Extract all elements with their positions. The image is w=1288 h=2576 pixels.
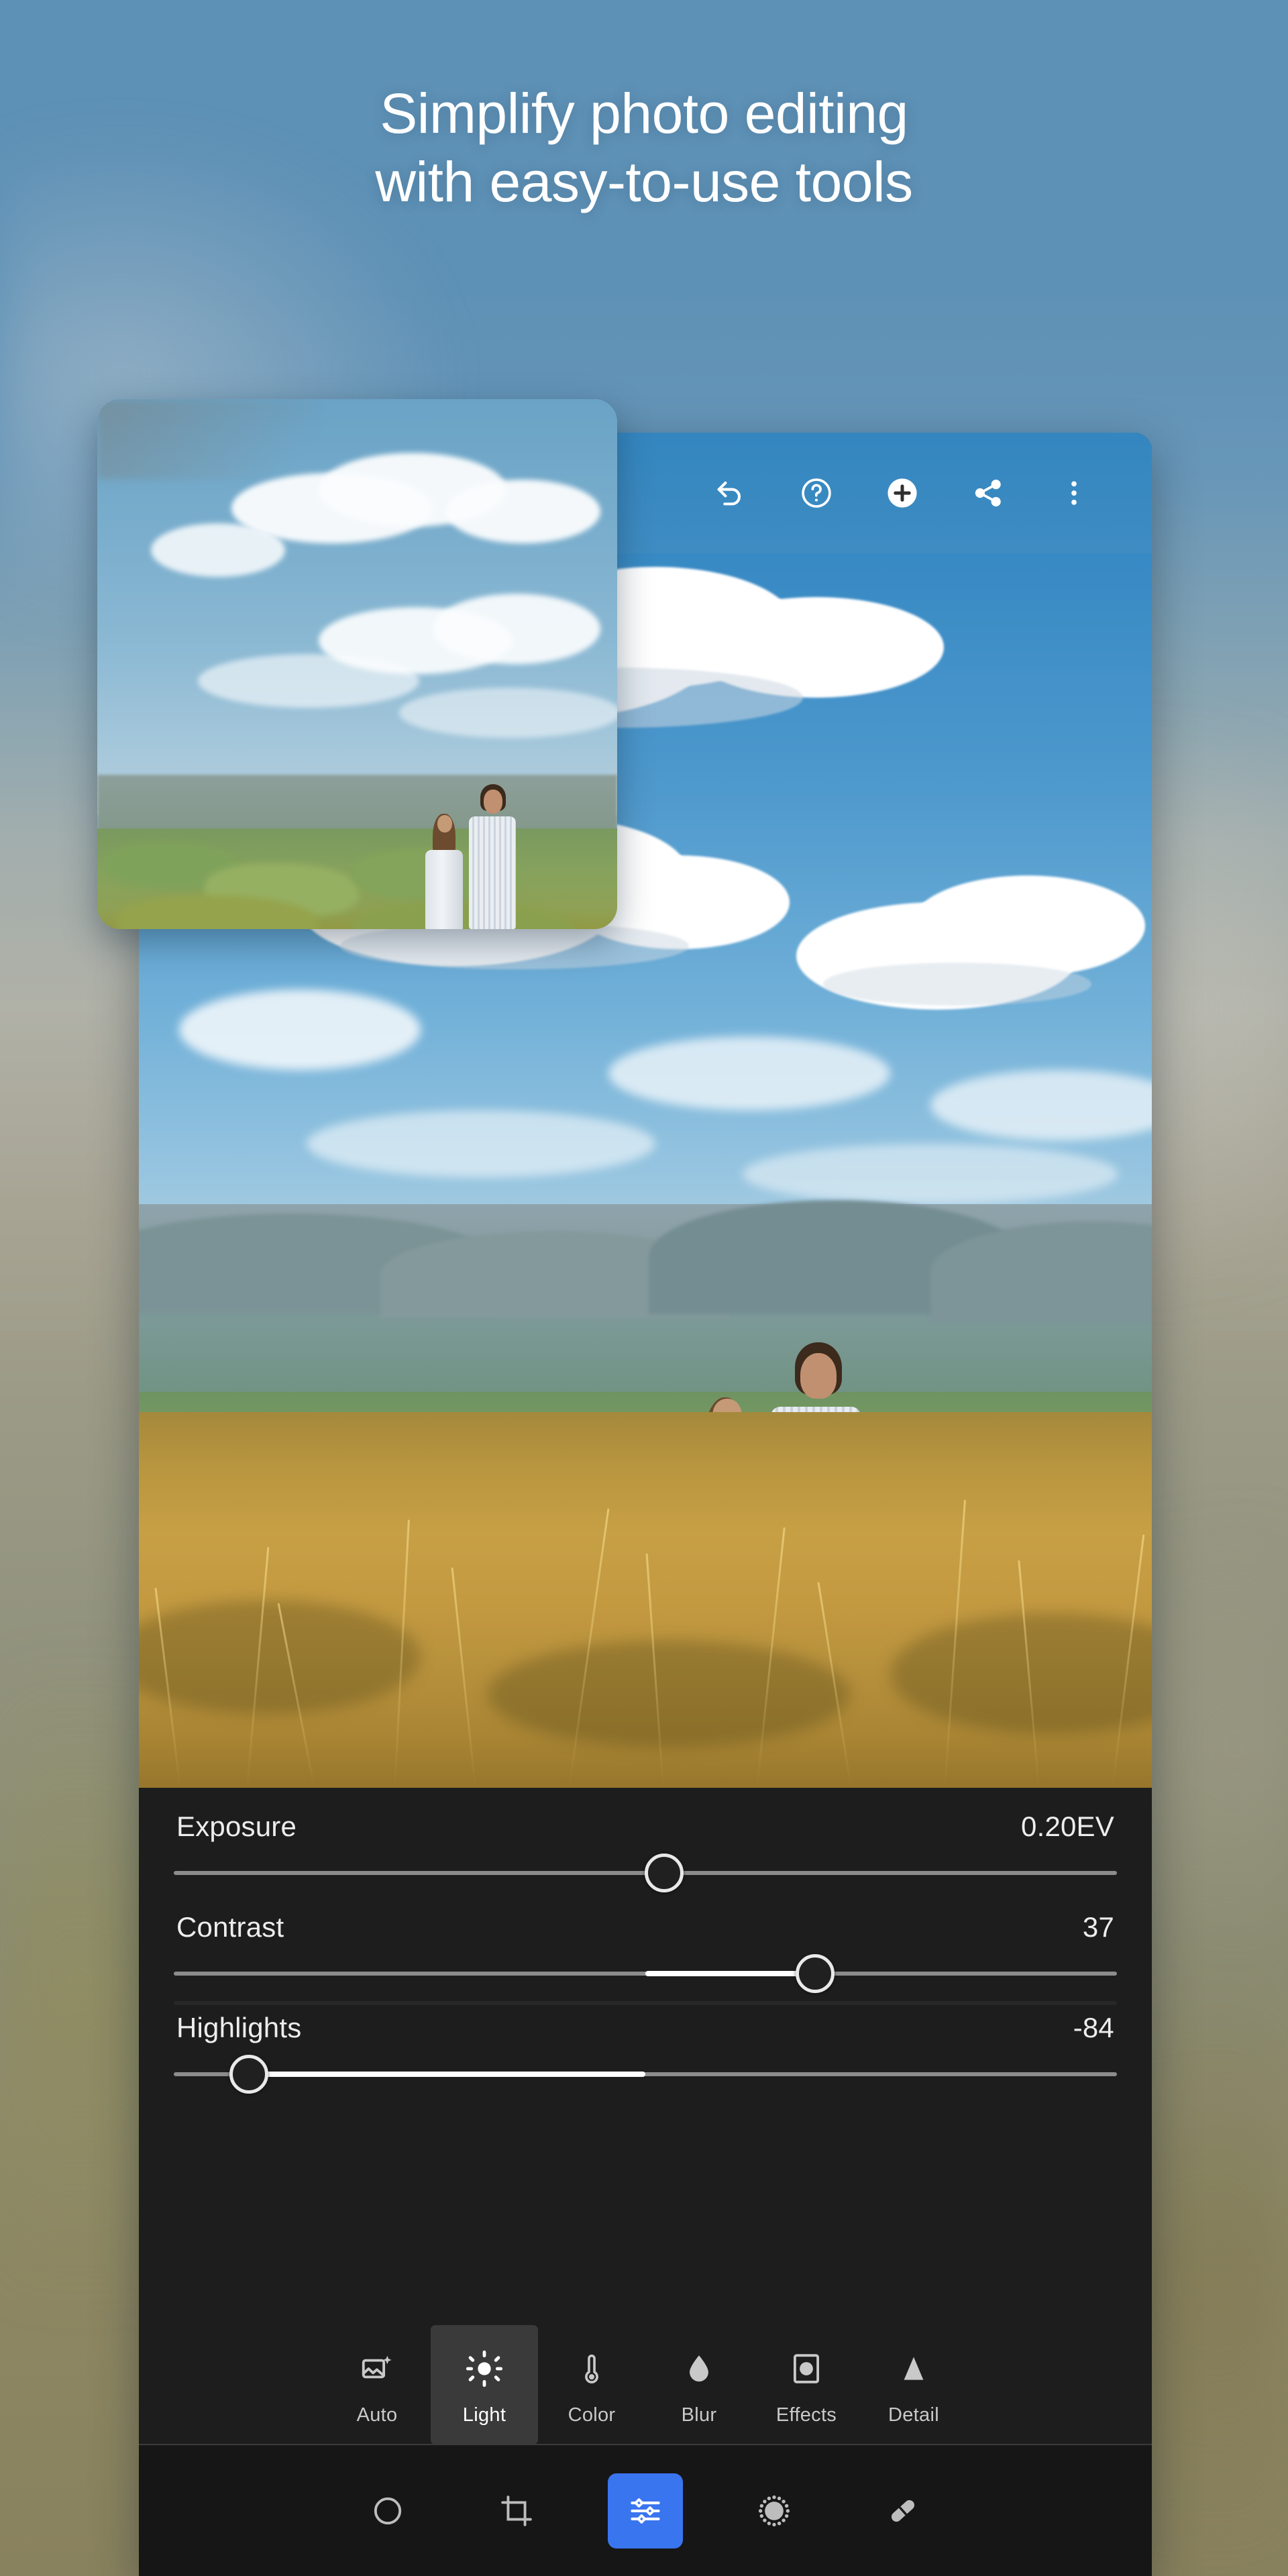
adjust-panel: Exposure 0.20EV Contrast 37 Highlights -… bbox=[139, 1788, 1152, 2576]
share-icon bbox=[971, 476, 1005, 510]
grass-blade bbox=[451, 1567, 476, 1788]
tool-tab-label: Blur bbox=[681, 2404, 717, 2426]
slider-label: Exposure bbox=[176, 1811, 297, 1842]
nav-crop-button[interactable] bbox=[479, 2473, 554, 2548]
more-vertical-icon bbox=[1057, 476, 1091, 510]
tool-tab-light[interactable]: Light bbox=[431, 2325, 538, 2445]
promo-headline: Simplify photo editing with easy-to-use … bbox=[0, 79, 1288, 217]
grass-shadow bbox=[488, 1640, 850, 1748]
next-slider-partial bbox=[174, 2001, 1117, 2005]
thumb-cloud bbox=[446, 480, 600, 543]
sliders-icon bbox=[628, 2493, 663, 2528]
slider-header: Exposure 0.20EV bbox=[174, 1811, 1117, 1843]
tool-tab-detail[interactable]: Detail bbox=[860, 2325, 967, 2445]
slider-value: 0.20EV bbox=[1021, 1811, 1114, 1842]
effects-icon bbox=[788, 2344, 824, 2394]
thumb-valley bbox=[97, 828, 617, 929]
nav-adjustments-button[interactable] bbox=[608, 2473, 683, 2548]
help-button[interactable] bbox=[773, 450, 859, 536]
nav-masking-button[interactable] bbox=[737, 2473, 812, 2548]
tool-tab-label: Light bbox=[462, 2404, 506, 2426]
thumb-cloud bbox=[433, 594, 600, 664]
slider-knob[interactable] bbox=[796, 1954, 835, 1993]
nav-presets-button[interactable] bbox=[350, 2473, 425, 2548]
thumb-cloud bbox=[198, 654, 419, 708]
droplet-icon bbox=[681, 2344, 717, 2394]
slider-value: -84 bbox=[1073, 2012, 1114, 2043]
tool-tab-label: Color bbox=[568, 2404, 616, 2426]
tool-tab-label: Detail bbox=[888, 2404, 939, 2426]
slider-fill bbox=[249, 2072, 645, 2077]
slider-knob[interactable] bbox=[645, 1854, 684, 1892]
thumb-cloud bbox=[151, 523, 285, 577]
presets-circle-icon bbox=[370, 2493, 405, 2528]
head bbox=[437, 815, 452, 833]
torso bbox=[469, 816, 516, 929]
headline-line-2: with easy-to-use tools bbox=[375, 150, 913, 214]
before-preview-card[interactable] bbox=[97, 399, 617, 929]
slider-list: Exposure 0.20EV Contrast 37 Highlights -… bbox=[139, 1788, 1152, 2103]
slider-label: Highlights bbox=[176, 2012, 302, 2043]
slider-fill bbox=[645, 1971, 816, 1976]
add-button[interactable] bbox=[859, 450, 945, 536]
bottom-nav-bar bbox=[139, 2445, 1152, 2576]
headline-line-1: Simplify photo editing bbox=[380, 82, 908, 145]
head bbox=[800, 1353, 837, 1399]
slider-header: Highlights -84 bbox=[174, 2012, 1117, 2044]
tool-tab-effects[interactable]: Effects bbox=[753, 2325, 860, 2445]
undo-icon bbox=[713, 476, 748, 511]
share-button[interactable] bbox=[945, 450, 1031, 536]
tool-tab-color[interactable]: Color bbox=[538, 2325, 645, 2445]
slider-label: Contrast bbox=[176, 1911, 284, 1943]
healing-brush-icon bbox=[885, 2493, 920, 2528]
tool-tab-label: Effects bbox=[775, 2404, 837, 2426]
torso bbox=[425, 850, 463, 929]
slider-knob[interactable] bbox=[229, 2055, 269, 2094]
slider-row-exposure: Exposure 0.20EV bbox=[174, 1811, 1117, 1902]
tool-tab-bar: Auto Light Color Blur Effects Detail bbox=[139, 2325, 1152, 2445]
thermometer-icon bbox=[574, 2344, 610, 2394]
crop-icon bbox=[499, 2493, 534, 2528]
tool-tab-label: Auto bbox=[356, 2404, 398, 2426]
auto-enhance-icon bbox=[359, 2344, 395, 2394]
undo-button[interactable] bbox=[688, 450, 773, 536]
contrast-slider[interactable] bbox=[174, 1945, 1117, 2002]
tool-tab-blur[interactable]: Blur bbox=[645, 2325, 753, 2445]
head bbox=[484, 790, 502, 814]
thumb-field-patch bbox=[352, 902, 574, 929]
more-options-button[interactable] bbox=[1031, 450, 1117, 536]
foreground-grass bbox=[139, 1412, 1152, 1788]
thumb-cloud bbox=[399, 688, 617, 738]
help-circle-icon bbox=[799, 476, 834, 511]
sun-icon bbox=[465, 2344, 504, 2394]
slider-row-contrast: Contrast 37 bbox=[174, 1911, 1117, 2002]
plus-circle-icon bbox=[884, 475, 920, 511]
dotted-circle-icon bbox=[757, 2493, 792, 2528]
nav-healing-button[interactable] bbox=[865, 2473, 941, 2548]
triangle-icon bbox=[896, 2344, 932, 2394]
slider-rail bbox=[174, 2001, 1117, 2005]
slider-header: Contrast 37 bbox=[174, 1911, 1117, 1943]
thumb-corner-shade bbox=[97, 399, 319, 480]
highlights-slider[interactable] bbox=[174, 2045, 1117, 2103]
slider-row-highlights: Highlights -84 bbox=[174, 2012, 1117, 2103]
exposure-slider[interactable] bbox=[174, 1844, 1117, 1902]
grass-shadow bbox=[890, 1613, 1152, 1734]
tool-tab-auto[interactable]: Auto bbox=[323, 2325, 431, 2445]
slider-value: 37 bbox=[1082, 1911, 1114, 1943]
